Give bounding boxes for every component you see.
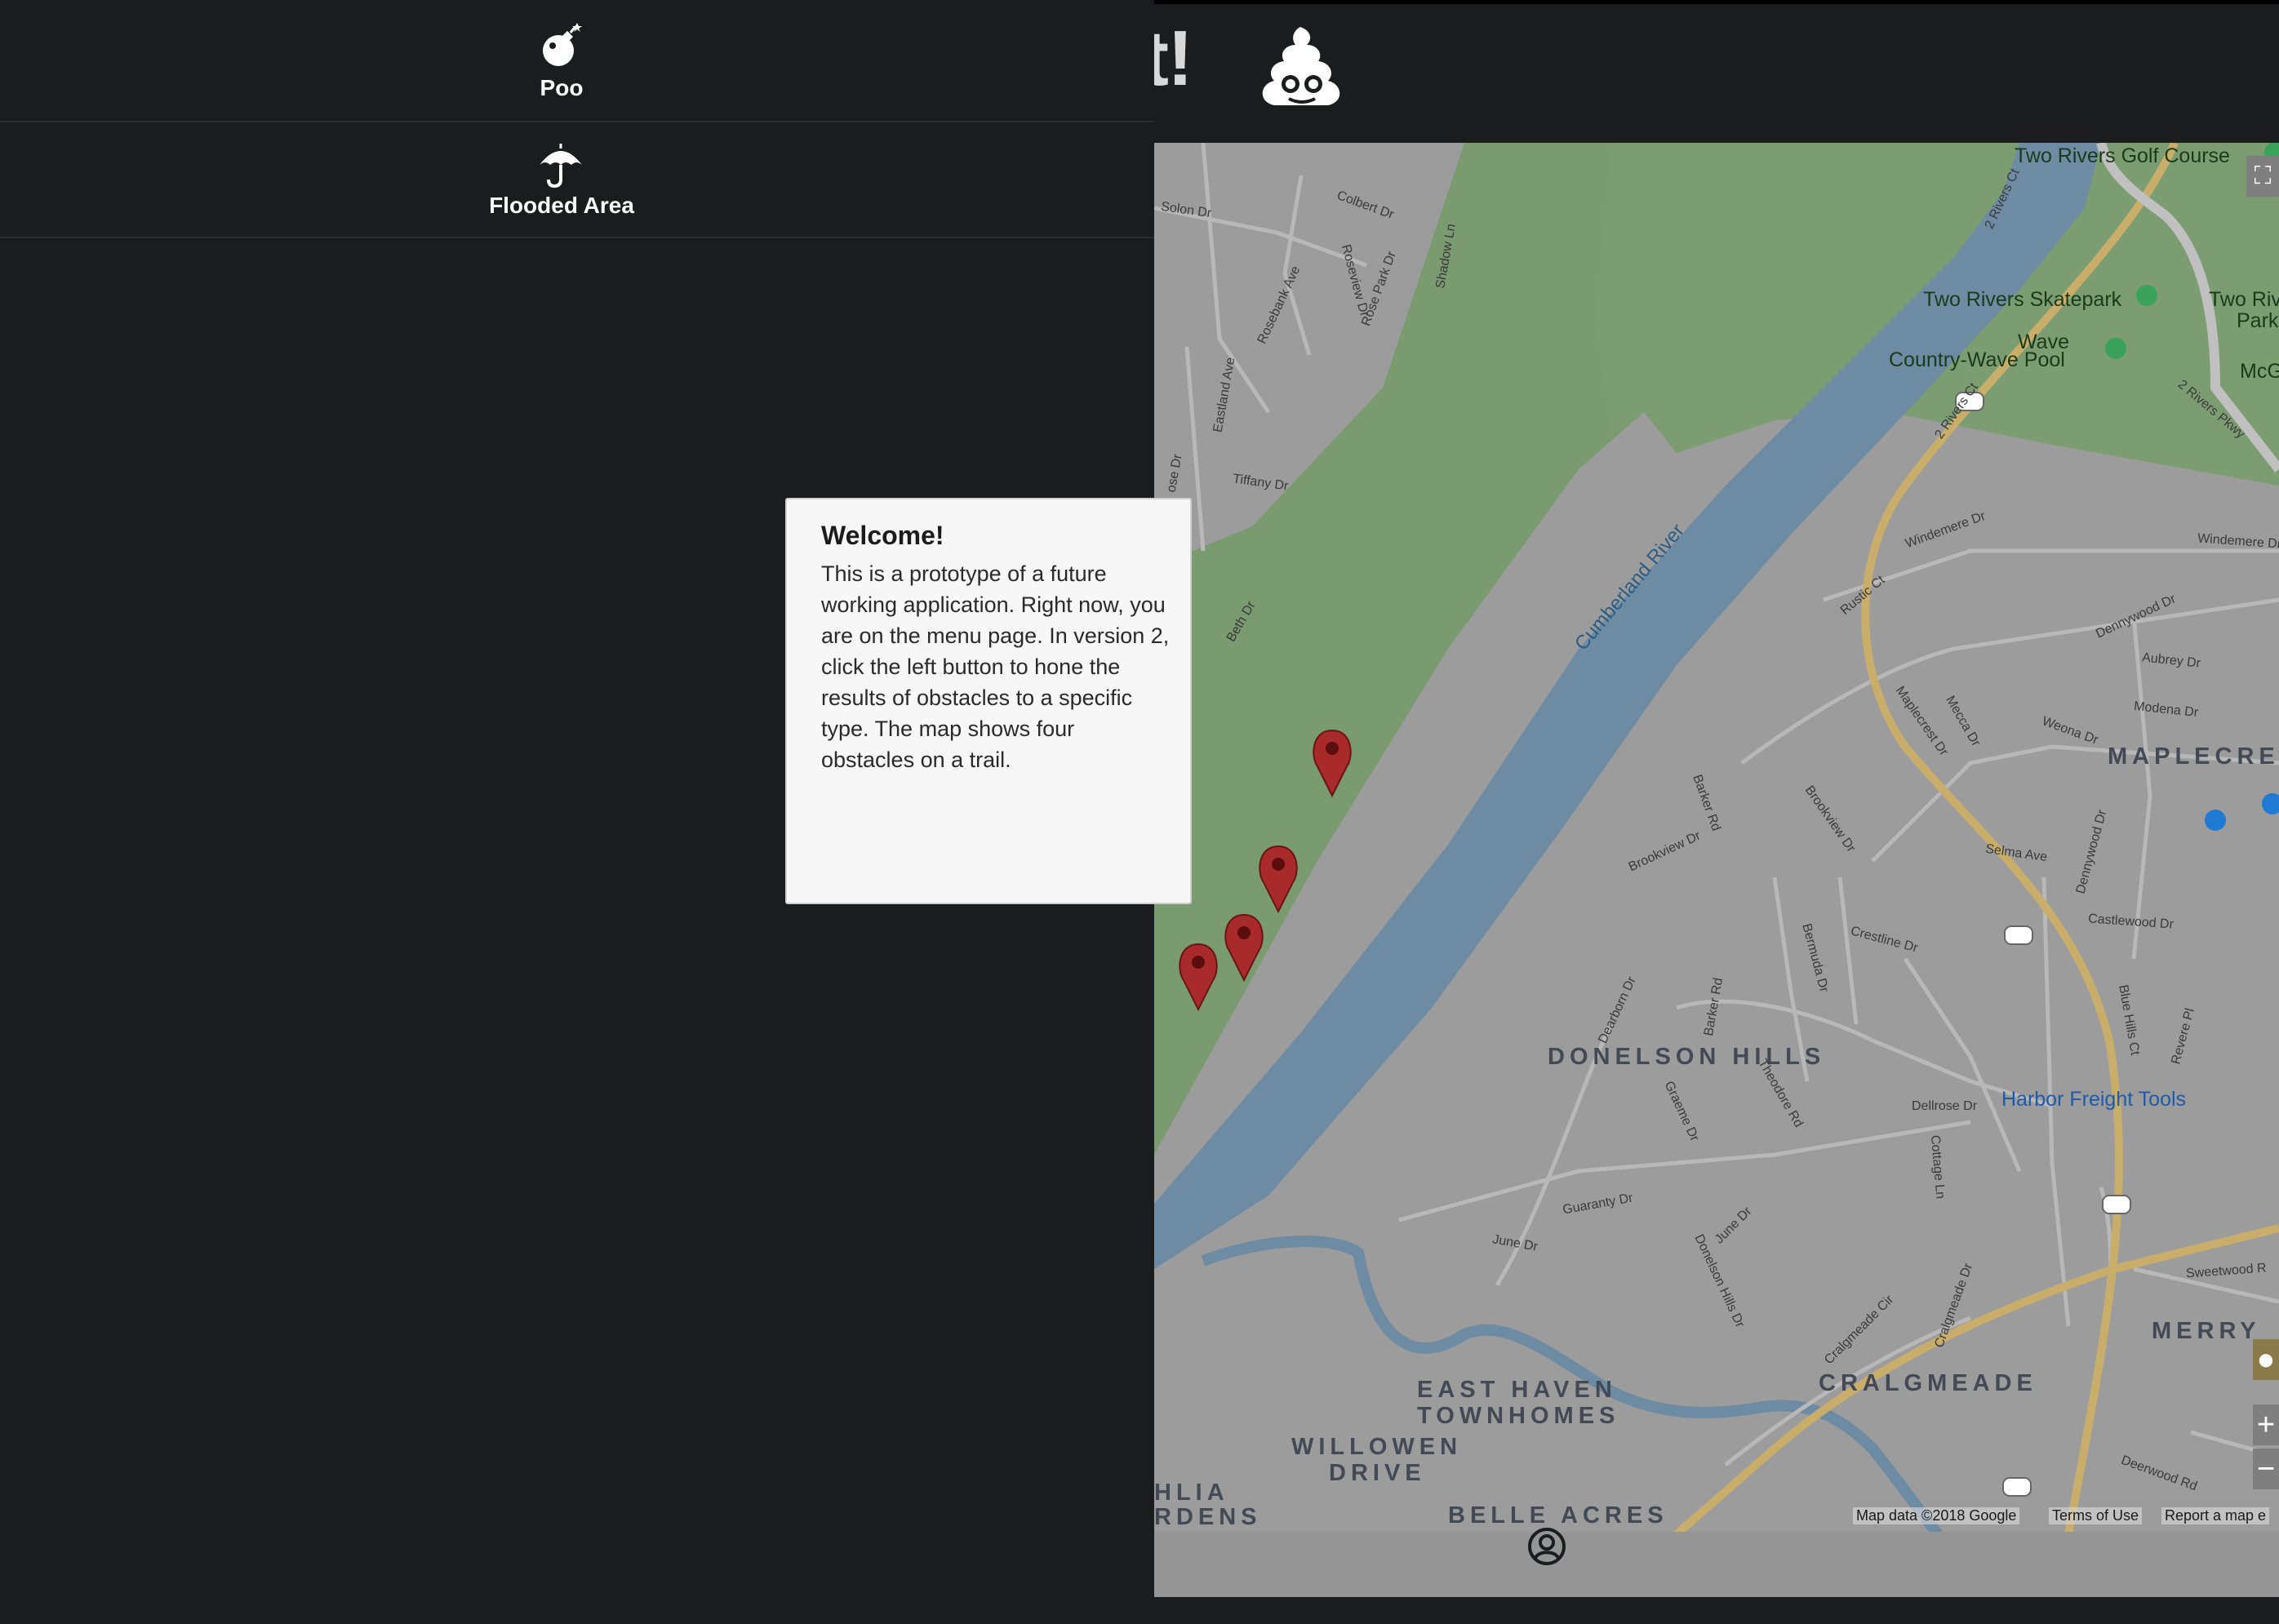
zoom-out-button[interactable]: − — [2253, 1449, 2279, 1489]
map-poi-label: Country-Wave Pool — [1889, 348, 2065, 371]
menu-item-label: Poo — [540, 75, 584, 100]
map-neighborhood-label: TOWNHOMES — [1417, 1403, 1620, 1429]
map-poi-label: Harbor Freight Tools — [2001, 1088, 2187, 1111]
map-neighborhood-label: RDENS — [1154, 1504, 1262, 1530]
map[interactable]: Two Rivers Golf Course Two Rivers Skatep… — [1154, 143, 2279, 1534]
umbrella-icon — [540, 144, 582, 188]
report-map-error-link[interactable]: Report a map e — [2161, 1507, 2270, 1524]
map-neighborhood-label: DRIVE — [1329, 1460, 1426, 1486]
zoom-in-button[interactable]: + — [2253, 1404, 2279, 1445]
terms-of-use-link[interactable]: Terms of Use — [2049, 1507, 2143, 1524]
street-view-pegman-icon[interactable]: ● — [2253, 1339, 2279, 1380]
map-poi-label: Two Riv — [2209, 288, 2279, 311]
map-neighborhood-label: CRALGMEADE — [1819, 1370, 2037, 1396]
user-profile-icon[interactable] — [1526, 1526, 1567, 1567]
map-neighborhood-label: WILLOWEN — [1291, 1434, 1463, 1460]
menu-item-flooded-area[interactable]: Flooded Area — [0, 122, 1154, 238]
map-neighborhood-label: MAPLECRE — [2108, 743, 2279, 770]
map-neighborhood-label: DONELSON HILLS — [1548, 1044, 1826, 1070]
bottom-toolbar — [1154, 1532, 2279, 1597]
fullscreen-button[interactable]: ⛶ — [2246, 156, 2279, 197]
dialog-title: Welcome! — [821, 521, 944, 550]
poo-emoji-icon — [1262, 27, 1340, 105]
map-poi-label: Two Rivers Skatepark — [1923, 288, 2122, 311]
map-neighborhood-label: EAST HAVEN — [1417, 1377, 1617, 1403]
map-street-label: Dellrose Dr — [1912, 1099, 1978, 1113]
menu-item-poo[interactable]: Poo — [0, 0, 1154, 122]
menu-item-label: Flooded Area — [489, 193, 634, 218]
map-poi-label: Two Rivers Golf Course — [2015, 144, 2230, 167]
dialog-body: This is a prototype of a future working … — [821, 561, 1170, 772]
map-data-attribution: Map data ©2018 Google — [1853, 1507, 2020, 1524]
bomb-icon — [543, 23, 582, 66]
map-canvas[interactable] — [1154, 143, 2279, 1534]
map-neighborhood-label: MERRY — [2152, 1318, 2261, 1344]
map-neighborhood-label: HLIA — [1154, 1480, 1229, 1506]
map-poi-label: Park — [2237, 309, 2279, 332]
welcome-dialog[interactable]: Welcome! This is a prototype of a future… — [785, 498, 1192, 904]
map-poi-label: McG — [2240, 360, 2279, 383]
